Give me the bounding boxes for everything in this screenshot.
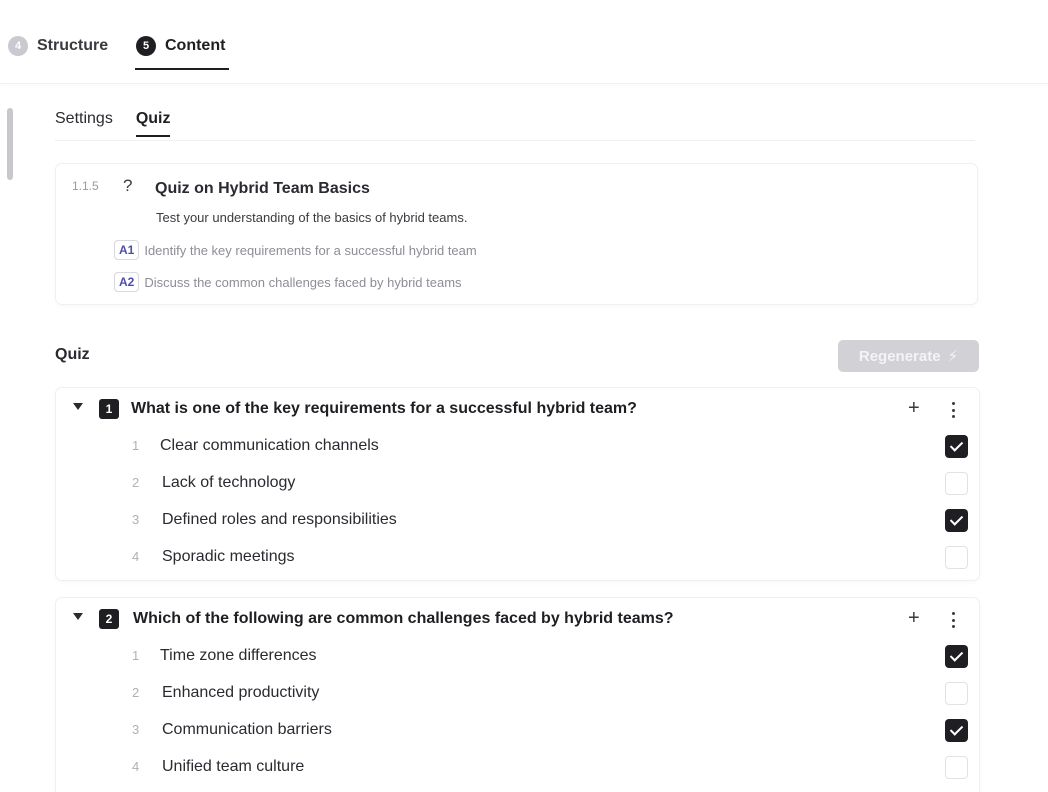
objective-text: Discuss the common challenges faced by h… xyxy=(144,274,462,290)
question-text[interactable]: What is one of the key requirements for … xyxy=(131,400,637,418)
answer-row: 4 Unified team culture xyxy=(56,756,979,780)
correct-answer-checkbox[interactable] xyxy=(945,682,968,705)
correct-answer-checkbox[interactable] xyxy=(945,509,968,532)
correct-answer-checkbox[interactable] xyxy=(945,546,968,569)
answer-text[interactable]: Unified team culture xyxy=(162,758,304,776)
tab-quiz[interactable]: Quiz xyxy=(135,110,170,137)
active-step-indicator xyxy=(135,68,229,70)
question-mark-icon: ? xyxy=(123,176,133,195)
answer-row: 4 Sporadic meetings xyxy=(56,546,979,570)
collapse-caret-icon[interactable] xyxy=(73,613,83,620)
question-text[interactable]: Which of the following are common challe… xyxy=(133,610,674,628)
lesson-info-card: 1.1.5 ? Quiz on Hybrid Team Basics Test … xyxy=(56,164,977,304)
lesson-description: Test your understanding of the basics of… xyxy=(156,210,468,225)
lesson-number: 1.1.5 xyxy=(72,179,99,193)
objective-badge: A2 xyxy=(114,272,140,292)
collapse-caret-icon[interactable] xyxy=(73,403,83,410)
regenerate-button[interactable]: Regenerate ⚡︎ xyxy=(838,340,979,372)
scrollbar[interactable] xyxy=(7,108,13,180)
divider xyxy=(55,140,975,141)
objective-badge: A1 xyxy=(114,240,140,260)
question-number: 2 xyxy=(99,609,119,629)
correct-answer-checkbox[interactable] xyxy=(945,645,968,668)
step-number: 4 xyxy=(8,36,28,56)
answer-row: 2 Lack of technology xyxy=(56,472,979,496)
correct-answer-checkbox[interactable] xyxy=(945,435,968,458)
quiz-section-title: Quiz xyxy=(55,346,90,363)
answer-number: 2 xyxy=(132,685,140,700)
answer-text[interactable]: Lack of technology xyxy=(162,474,295,492)
step-label: Content xyxy=(165,37,226,54)
answer-text[interactable]: Time zone differences xyxy=(160,647,317,665)
answer-row: 2 Enhanced productivity xyxy=(56,682,979,706)
add-answer-icon[interactable]: + xyxy=(908,396,920,420)
answer-number: 1 xyxy=(132,438,140,453)
lesson-title: Quiz on Hybrid Team Basics xyxy=(155,180,370,197)
correct-answer-checkbox[interactable] xyxy=(945,719,968,742)
answer-text[interactable]: Defined roles and responsibilities xyxy=(162,511,397,529)
tab-settings[interactable]: Settings xyxy=(55,110,113,134)
answer-row: 3 Communication barriers xyxy=(56,719,979,743)
answer-number: 1 xyxy=(132,648,140,663)
answer-text[interactable]: Sporadic meetings xyxy=(162,548,295,566)
sub-tabs: Settings Quiz xyxy=(55,110,170,137)
step-bar: 4 Structure 5 Content xyxy=(0,0,1048,84)
question-header: 2 Which of the following are common chal… xyxy=(56,606,979,632)
step-label: Structure xyxy=(37,37,109,54)
correct-answer-checkbox[interactable] xyxy=(945,756,968,779)
step-content[interactable]: 5 Content xyxy=(136,34,225,58)
answer-text[interactable]: Clear communication channels xyxy=(160,437,379,455)
regenerate-label: Regenerate xyxy=(858,347,941,365)
learning-objective: A1 Identify the key requirements for a s… xyxy=(114,240,477,260)
answer-number: 2 xyxy=(132,475,140,490)
answer-text[interactable]: Communication barriers xyxy=(162,721,332,739)
question-card: 1 What is one of the key requirements fo… xyxy=(56,388,979,580)
lightning-icon: ⚡︎ xyxy=(947,348,959,365)
answer-number: 3 xyxy=(132,722,140,737)
answer-row: 1 Clear communication channels xyxy=(56,435,979,459)
objective-text: Identify the key requirements for a succ… xyxy=(144,242,477,258)
answer-number: 4 xyxy=(132,759,140,774)
add-answer-icon[interactable]: + xyxy=(908,606,920,630)
more-options-icon[interactable] xyxy=(947,610,959,630)
answer-number: 4 xyxy=(132,549,140,564)
question-header: 1 What is one of the key requirements fo… xyxy=(56,396,979,422)
answer-row: 3 Defined roles and responsibilities xyxy=(56,509,979,533)
answer-row: 1 Time zone differences xyxy=(56,645,979,669)
correct-answer-checkbox[interactable] xyxy=(945,472,968,495)
learning-objective: A2 Discuss the common challenges faced b… xyxy=(114,272,462,292)
step-number: 5 xyxy=(136,36,156,56)
step-structure[interactable]: 4 Structure xyxy=(8,34,108,58)
answer-text[interactable]: Enhanced productivity xyxy=(162,684,319,702)
more-options-icon[interactable] xyxy=(947,400,959,420)
answer-number: 3 xyxy=(132,512,140,527)
question-number: 1 xyxy=(99,399,119,419)
question-card: 2 Which of the following are common chal… xyxy=(56,598,979,792)
